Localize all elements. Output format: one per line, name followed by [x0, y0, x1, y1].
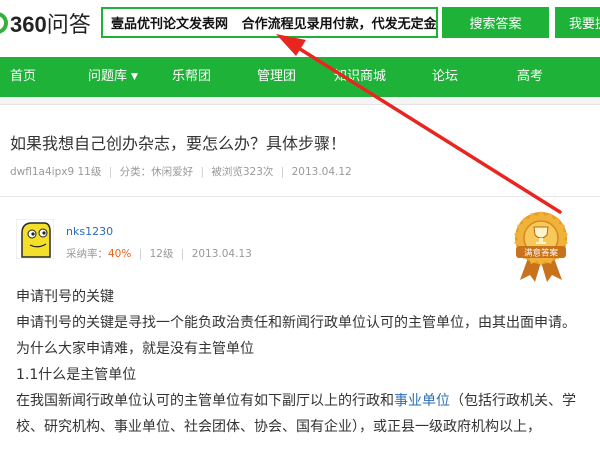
- search-button[interactable]: 搜索答案: [442, 7, 549, 38]
- question-category[interactable]: 分类：休闲爱好: [120, 166, 194, 178]
- ask-question-button[interactable]: 我要提问: [555, 7, 600, 38]
- answer-paragraph: 申请刊号的关键是寻找一个能负政治责任和新闻行政单位认可的主管单位，由其出面申请。…: [16, 315, 576, 357]
- nav-item-admin-group[interactable]: 管理团: [257, 57, 296, 97]
- answer-date: 2013.04.13: [191, 248, 252, 260]
- nav-item-helper-group[interactable]: 乐帮团: [172, 57, 211, 97]
- answer-paragraph: 1.1什么是主管单位: [16, 367, 137, 383]
- question-author-level: 11级: [77, 166, 102, 178]
- badge-text: 满意答案: [524, 248, 559, 259]
- avatar[interactable]: [16, 219, 54, 259]
- main-nav: 首页 问题库 ▼ 乐帮团 管理团 知识商城 论坛 高考: [0, 57, 600, 97]
- chevron-down-icon: ▼: [131, 72, 138, 82]
- public-institution-link[interactable]: 事业单位: [394, 393, 450, 409]
- search-input[interactable]: [111, 15, 436, 30]
- question-views: 被浏览323次: [211, 166, 274, 178]
- logo[interactable]: 360问答: [0, 6, 91, 40]
- answer-meta: 采纳率：40% | 12级 | 2013.04.13: [66, 248, 252, 260]
- nav-item-label: 问题库: [88, 69, 128, 84]
- nav-item-knowledge-mall[interactable]: 知识商城: [334, 57, 386, 97]
- nav-item-home[interactable]: 首页: [10, 57, 36, 97]
- answer-paragraph: 申请刊号的关键: [16, 289, 114, 305]
- answer-rate-value: 40%: [108, 248, 132, 260]
- answer-username[interactable]: nks1230: [66, 225, 113, 238]
- answer-rate-label: 采纳率：: [66, 248, 108, 260]
- satisfied-answer-badge: 满意答案: [514, 211, 568, 282]
- logo-mark-icon: [0, 12, 8, 34]
- search-box[interactable]: [101, 7, 438, 38]
- answer-level: 12级: [149, 248, 174, 260]
- divider: [0, 196, 600, 197]
- answer-content: 申请刊号的关键 申请刊号的关键是寻找一个能负政治责任和新闻行政单位认可的主管单位…: [16, 284, 586, 440]
- header: 360问答 搜索答案 我要提问: [0, 0, 600, 46]
- nav-item-question-bank[interactable]: 问题库 ▼: [88, 57, 138, 97]
- question-title: 如果我想自己创办杂志，要怎么办？具体步骤！: [10, 134, 347, 153]
- sub-nav-strip: [0, 97, 600, 105]
- question-author[interactable]: dwfl1a4ipx9: [10, 166, 74, 178]
- answer-paragraph: 在我国新闻行政单位认可的主管单位有如下副厅以上的行政和事业单位（包括行政机关、学…: [16, 393, 576, 435]
- question-meta: dwfl1a4ipx9 11级 | 分类：休闲爱好 | 被浏览323次 | 20…: [10, 166, 352, 178]
- question-date: 2013.04.12: [291, 166, 352, 178]
- nav-item-forum[interactable]: 论坛: [432, 57, 458, 97]
- nav-item-gaokao[interactable]: 高考: [517, 57, 543, 97]
- logo-text: 360问答: [10, 12, 91, 37]
